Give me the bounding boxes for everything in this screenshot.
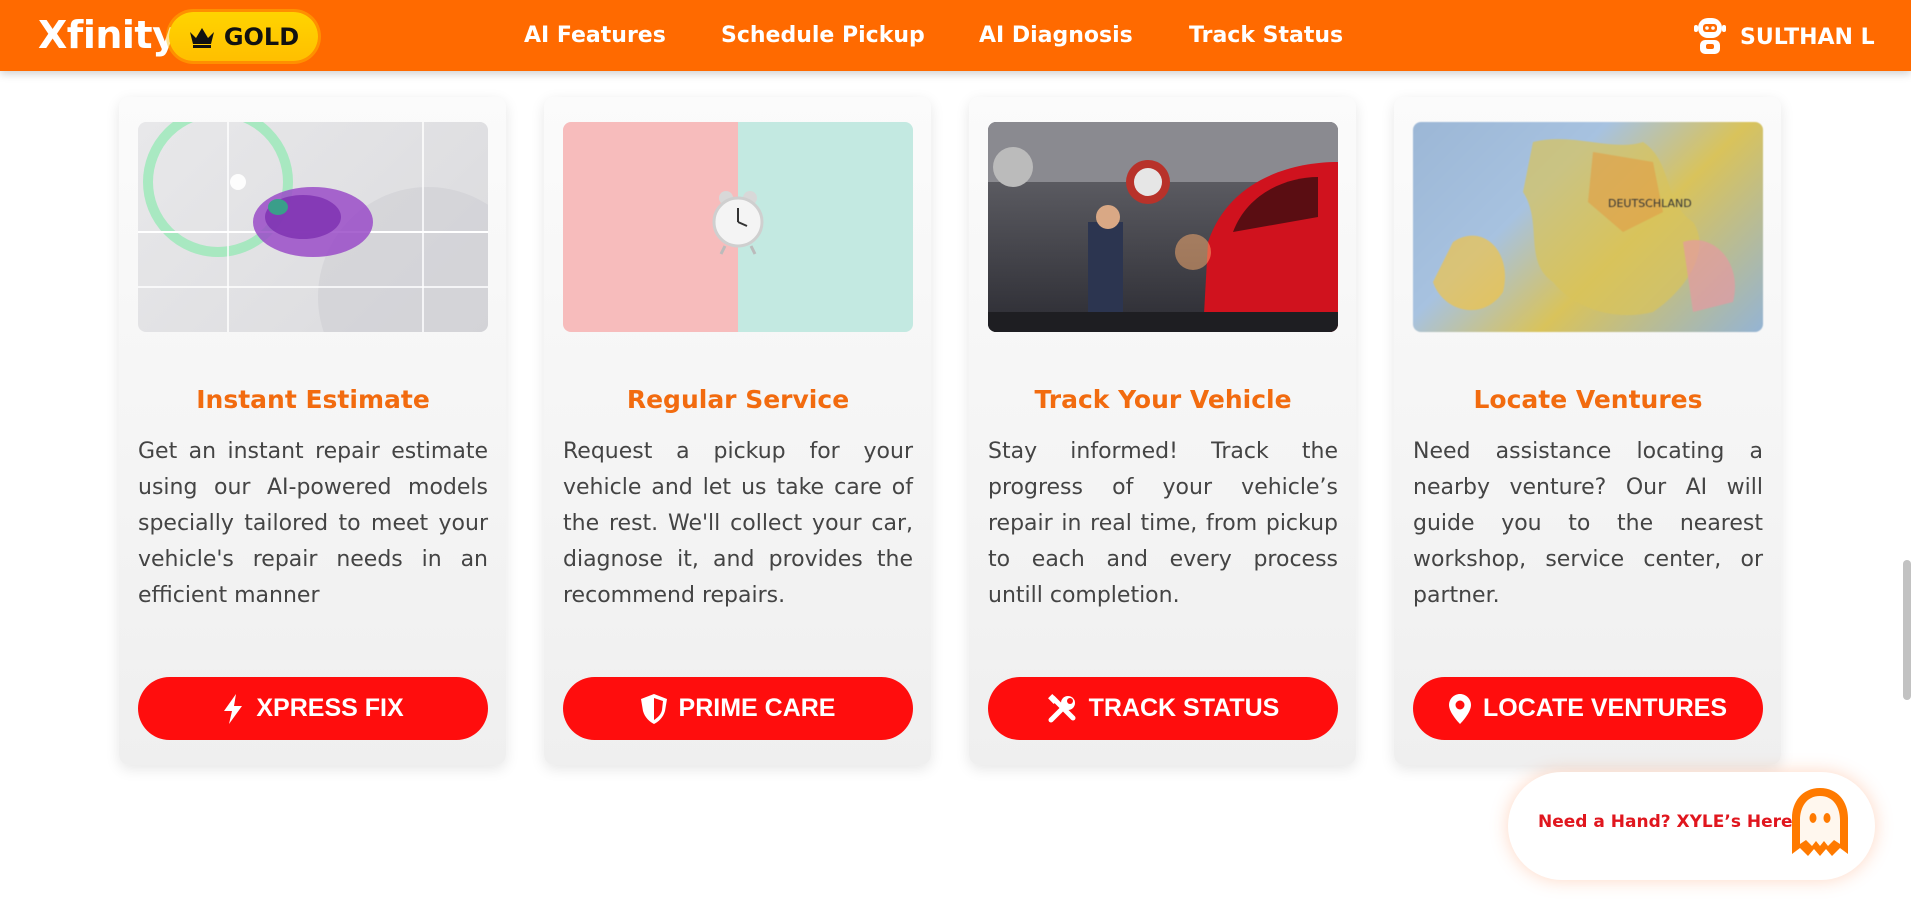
xpress-fix-button[interactable]: XPRESS FIX <box>138 677 488 740</box>
card-image-service <box>563 122 913 332</box>
gold-badge: GOLD <box>169 12 318 61</box>
card-image-estimate <box>138 122 488 332</box>
feature-card-instant-estimate: Instant Estimate Get an instant repair e… <box>119 97 506 765</box>
ghost-icon[interactable] <box>1788 784 1852 868</box>
robot-avatar-icon <box>1692 14 1728 60</box>
card-description: Get an instant repair estimate using our… <box>138 439 488 608</box>
user-name: SULTHAN L <box>1740 24 1875 50</box>
lightning-icon <box>222 693 244 724</box>
card-title: Regular Service <box>626 385 850 414</box>
button-label: TRACK STATUS <box>1088 694 1280 722</box>
shield-icon <box>640 693 667 724</box>
card-image-map: DEUTSCHLAND <box>1413 122 1763 332</box>
user-menu[interactable]: SULTHAN L <box>1692 14 1875 60</box>
svg-text:DEUTSCHLAND: DEUTSCHLAND <box>1608 197 1692 210</box>
nav-schedule-pickup[interactable]: Schedule Pickup <box>721 18 925 54</box>
card-description: Stay informed! Track the progress of you… <box>988 439 1338 608</box>
card-title: Track Your Vehicle <box>1034 385 1292 414</box>
button-label: XPRESS FIX <box>256 694 404 722</box>
top-navbar: Xfinity GOLD AI Features Schedule Pickup… <box>0 0 1911 71</box>
nav-ai-features[interactable]: AI Features <box>524 18 666 54</box>
button-label: PRIME CARE <box>678 694 836 722</box>
feature-card-track-vehicle: Track Your Vehicle Stay informed! Track … <box>969 97 1356 765</box>
chat-prompt-text: Need a Hand? XYLE’s Here! <box>1538 812 1801 832</box>
card-title: Locate Ventures <box>1473 385 1703 414</box>
page-scrollbar[interactable] <box>1903 560 1911 700</box>
card-description: Need assistance locating a nearby ventur… <box>1413 439 1763 608</box>
nav-track-status[interactable]: Track Status <box>1189 18 1343 54</box>
location-pin-icon <box>1449 693 1471 724</box>
locate-ventures-button[interactable]: LOCATE VENTURES <box>1413 677 1763 740</box>
card-title: Instant Estimate <box>196 385 430 414</box>
button-label: LOCATE VENTURES <box>1483 694 1727 722</box>
badge-label: GOLD <box>223 22 300 51</box>
crown-icon <box>188 26 216 48</box>
card-description: Request a pickup for your vehicle and le… <box>563 439 913 608</box>
feature-card-locate-ventures: DEUTSCHLAND Locate Ventures Need assista… <box>1394 97 1781 765</box>
chat-assistant-widget[interactable]: Need a Hand? XYLE’s Here! <box>1508 772 1875 880</box>
nav-ai-diagnosis[interactable]: AI Diagnosis <box>979 18 1133 54</box>
brand-logo[interactable]: Xfinity <box>38 12 177 58</box>
prime-care-button[interactable]: PRIME CARE <box>563 677 913 740</box>
card-image-garage <box>988 122 1338 332</box>
feature-card-regular-service: Regular Service Request a pickup for you… <box>544 97 931 765</box>
track-status-button[interactable]: TRACK STATUS <box>988 677 1338 740</box>
tools-icon <box>1047 693 1077 724</box>
